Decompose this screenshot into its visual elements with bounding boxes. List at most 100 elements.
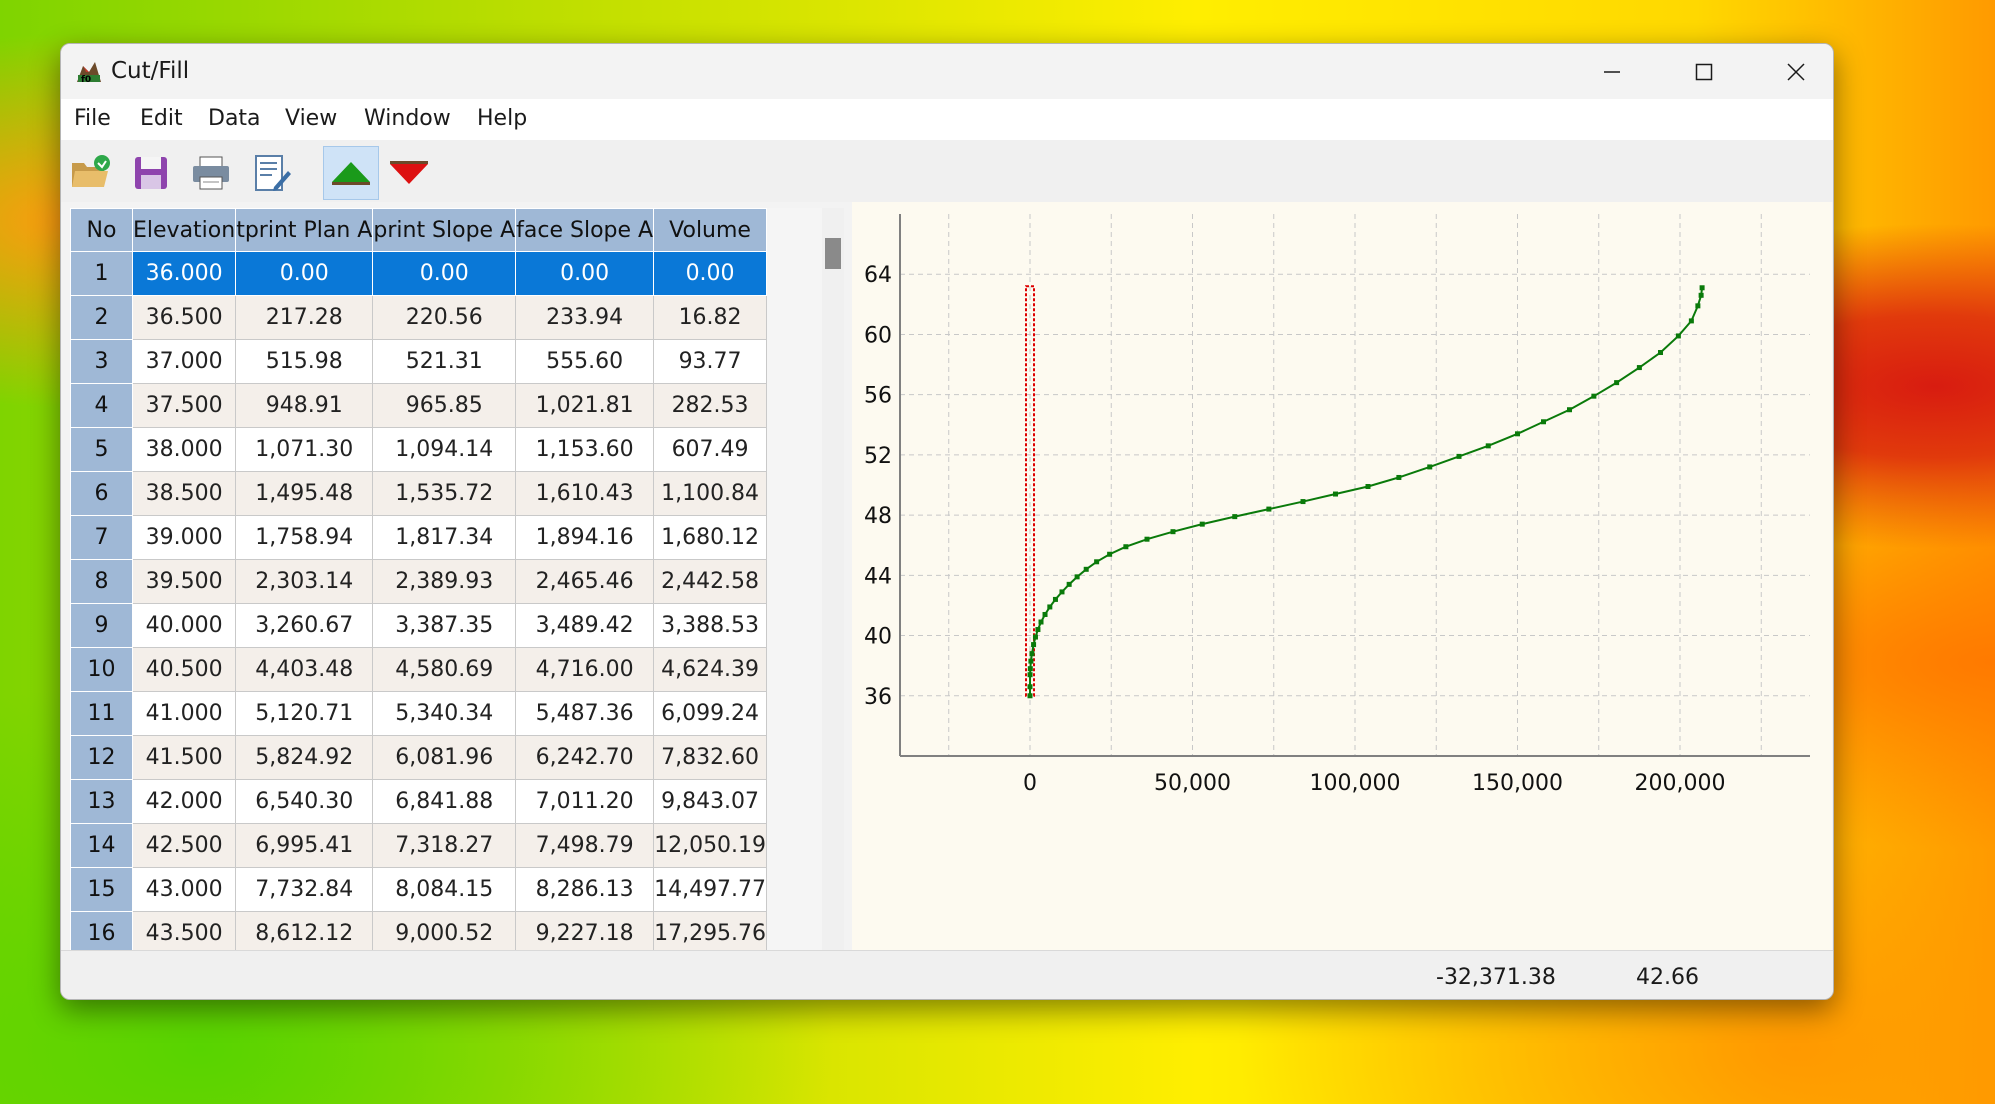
cell-footprint-plan-area[interactable]: 2,303.14 — [235, 559, 374, 604]
cell-footprint-slope-area[interactable]: 1,094.14 — [372, 427, 517, 472]
cell-elevation[interactable]: 42.000 — [131, 779, 237, 824]
cell-volume[interactable]: 14,497.77 — [653, 867, 768, 912]
cell-footprint-plan-area[interactable]: 3,260.67 — [235, 603, 374, 648]
cell-footprint-plan-area[interactable]: 217.28 — [235, 295, 374, 340]
minimize-button[interactable] — [1566, 44, 1658, 99]
cell-footprint-plan-area[interactable]: 5,824.92 — [235, 735, 374, 780]
cell-volume[interactable]: 12,050.19 — [653, 823, 768, 868]
fill-up-button[interactable] — [323, 146, 379, 200]
cell-footprint-plan-area[interactable]: 4,403.48 — [235, 647, 374, 692]
cell-no[interactable]: 4 — [70, 383, 133, 428]
table-row[interactable]: 15 43.000 7,732.84 8,084.15 8,286.13 14,497.7… — [70, 867, 768, 912]
cell-no[interactable]: 11 — [70, 691, 133, 736]
cell-footprint-slope-area[interactable]: 3,387.35 — [372, 603, 517, 648]
table-row[interactable]: 4 37.500 948.91 965.85 1,021.81 282.53 — [70, 383, 768, 428]
cell-surface-slope-area[interactable]: 7,011.20 — [515, 779, 655, 824]
cell-volume[interactable]: 17,295.76 — [653, 911, 768, 950]
cell-no[interactable]: 10 — [70, 647, 133, 692]
cell-volume[interactable]: 607.49 — [653, 427, 768, 472]
cell-no[interactable]: 12 — [70, 735, 133, 780]
cell-no[interactable]: 2 — [70, 295, 133, 340]
menu-file[interactable]: File — [74, 106, 111, 131]
cell-footprint-plan-area[interactable]: 7,732.84 — [235, 867, 374, 912]
scrollbar-thumb[interactable] — [825, 238, 841, 269]
menu-edit[interactable]: Edit — [140, 106, 183, 131]
cell-footprint-slope-area[interactable]: 965.85 — [372, 383, 517, 428]
table-row[interactable]: 5 38.000 1,071.30 1,094.14 1,153.60 607.49 — [70, 427, 768, 472]
cell-footprint-slope-area[interactable]: 1,817.34 — [372, 515, 517, 560]
cell-surface-slope-area[interactable]: 7,498.79 — [515, 823, 655, 868]
table-row[interactable]: 6 38.500 1,495.48 1,535.72 1,610.43 1,100.84 — [70, 471, 768, 516]
cell-elevation[interactable]: 43.000 — [131, 867, 237, 912]
cell-footprint-plan-area[interactable]: 0.00 — [235, 251, 374, 296]
cell-surface-slope-area[interactable]: 0.00 — [515, 251, 655, 296]
cell-footprint-plan-area[interactable]: 6,540.30 — [235, 779, 374, 824]
cell-no[interactable]: 15 — [70, 867, 133, 912]
cell-volume[interactable]: 7,832.60 — [653, 735, 768, 780]
table-row[interactable]: 16 43.500 8,612.12 9,000.52 9,227.18 17,295.7… — [70, 911, 768, 950]
cell-footprint-slope-area[interactable]: 4,580.69 — [372, 647, 517, 692]
cell-elevation[interactable]: 37.000 — [131, 339, 237, 384]
cell-footprint-plan-area[interactable]: 1,071.30 — [235, 427, 374, 472]
table-row[interactable]: 1 36.000 0.00 0.00 0.00 0.00 — [70, 251, 768, 296]
cell-elevation[interactable]: 41.500 — [131, 735, 237, 780]
table-row[interactable]: 3 37.000 515.98 521.31 555.60 93.77 — [70, 339, 768, 384]
cell-elevation[interactable]: 37.500 — [131, 383, 237, 428]
cell-footprint-slope-area[interactable]: 0.00 — [372, 251, 517, 296]
cell-surface-slope-area[interactable]: 1,021.81 — [515, 383, 655, 428]
col-header-no[interactable]: No — [70, 208, 133, 252]
cell-elevation[interactable]: 41.000 — [131, 691, 237, 736]
col-header-footprint-plan-area[interactable]: tprint Plan A — [235, 208, 374, 252]
cell-elevation[interactable]: 42.500 — [131, 823, 237, 868]
cell-footprint-slope-area[interactable]: 7,318.27 — [372, 823, 517, 868]
cell-footprint-slope-area[interactable]: 6,081.96 — [372, 735, 517, 780]
table-row[interactable]: 9 40.000 3,260.67 3,387.35 3,489.42 3,388.53 — [70, 603, 768, 648]
cell-no[interactable]: 8 — [70, 559, 133, 604]
cell-footprint-slope-area[interactable]: 2,389.93 — [372, 559, 517, 604]
cell-volume[interactable]: 0.00 — [653, 251, 768, 296]
cell-volume[interactable]: 1,680.12 — [653, 515, 768, 560]
open-button[interactable] — [63, 146, 119, 200]
cell-surface-slope-area[interactable]: 8,286.13 — [515, 867, 655, 912]
cell-elevation[interactable]: 43.500 — [131, 911, 237, 950]
table-row[interactable]: 7 39.000 1,758.94 1,817.34 1,894.16 1,680.12 — [70, 515, 768, 560]
col-header-surface-slope-area[interactable]: face Slope A — [515, 208, 655, 252]
cell-elevation[interactable]: 38.500 — [131, 471, 237, 516]
col-header-footprint-slope-area[interactable]: print Slope A — [372, 208, 517, 252]
cell-no[interactable]: 6 — [70, 471, 133, 516]
cell-elevation[interactable]: 39.000 — [131, 515, 237, 560]
table-row[interactable]: 13 42.000 6,540.30 6,841.88 7,011.20 9,843.07 — [70, 779, 768, 824]
cell-surface-slope-area[interactable]: 6,242.70 — [515, 735, 655, 780]
cell-elevation[interactable]: 36.000 — [131, 251, 237, 296]
table-row[interactable]: 12 41.500 5,824.92 6,081.96 6,242.70 7,832.60 — [70, 735, 768, 780]
col-header-elevation[interactable]: Elevation — [131, 208, 237, 252]
close-button[interactable] — [1750, 44, 1833, 99]
table-row[interactable]: 10 40.500 4,403.48 4,580.69 4,716.00 4,624.39 — [70, 647, 768, 692]
cell-footprint-slope-area[interactable]: 220.56 — [372, 295, 517, 340]
cell-volume[interactable]: 6,099.24 — [653, 691, 768, 736]
grid-scrollbar[interactable] — [822, 208, 844, 950]
menu-window[interactable]: Window — [364, 106, 451, 131]
menu-view[interactable]: View — [285, 106, 337, 131]
cell-volume[interactable]: 282.53 — [653, 383, 768, 428]
cell-volume[interactable]: 9,843.07 — [653, 779, 768, 824]
cell-surface-slope-area[interactable]: 1,153.60 — [515, 427, 655, 472]
cell-volume[interactable]: 4,624.39 — [653, 647, 768, 692]
cell-footprint-slope-area[interactable]: 9,000.52 — [372, 911, 517, 950]
cell-surface-slope-area[interactable]: 5,487.36 — [515, 691, 655, 736]
cell-volume[interactable]: 93.77 — [653, 339, 768, 384]
table-row[interactable]: 14 42.500 6,995.41 7,318.27 7,498.79 12,050.1… — [70, 823, 768, 868]
cell-footprint-slope-area[interactable]: 6,841.88 — [372, 779, 517, 824]
cell-no[interactable]: 5 — [70, 427, 133, 472]
menu-help[interactable]: Help — [477, 106, 527, 131]
cell-surface-slope-area[interactable]: 9,227.18 — [515, 911, 655, 950]
cell-elevation[interactable]: 39.500 — [131, 559, 237, 604]
maximize-button[interactable] — [1658, 44, 1750, 99]
cell-no[interactable]: 9 — [70, 603, 133, 648]
save-button[interactable] — [123, 146, 179, 200]
cell-no[interactable]: 3 — [70, 339, 133, 384]
cell-footprint-plan-area[interactable]: 1,758.94 — [235, 515, 374, 560]
cell-no[interactable]: 7 — [70, 515, 133, 560]
cell-elevation[interactable]: 36.500 — [131, 295, 237, 340]
cell-footprint-slope-area[interactable]: 1,535.72 — [372, 471, 517, 516]
